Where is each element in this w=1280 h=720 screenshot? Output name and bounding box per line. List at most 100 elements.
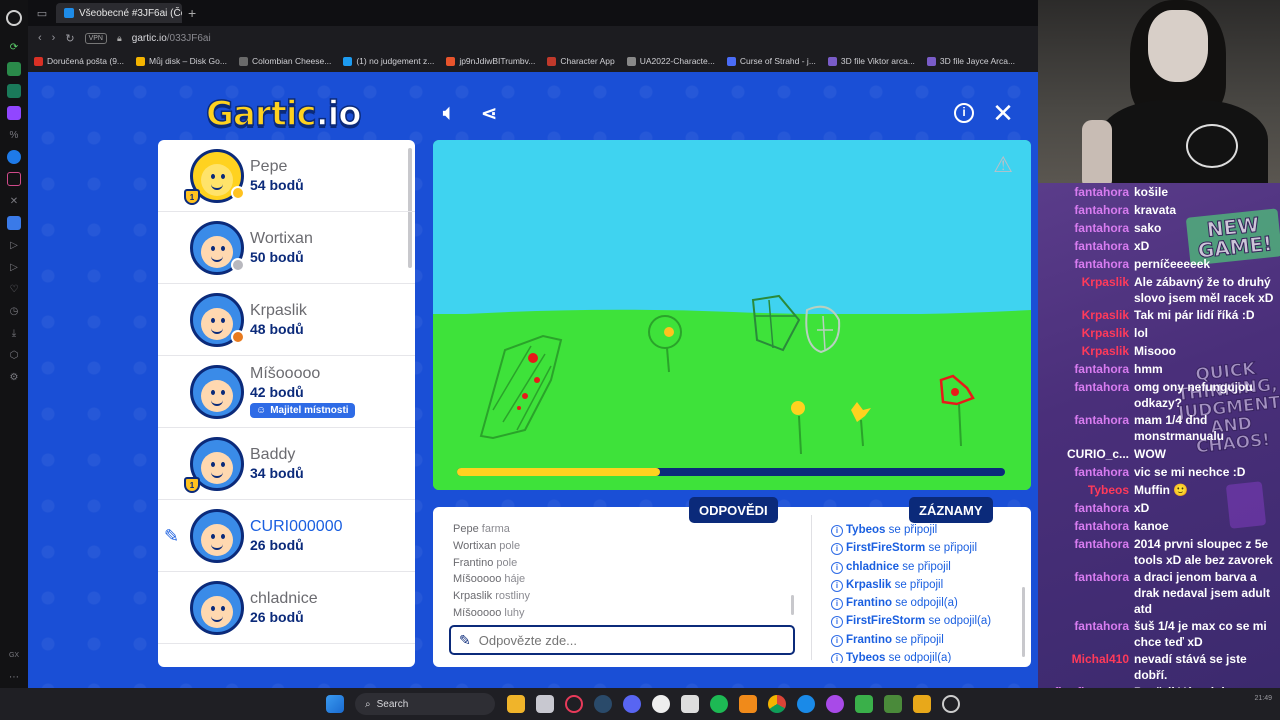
answers-panel: ODPOVĚDI ZÁZNAMY Pepe farma Wortixan pole…	[433, 497, 1031, 667]
bookmark-item[interactable]: jp9nJdiwBITrumbv...	[446, 56, 535, 66]
save-icon[interactable]	[535, 695, 554, 713]
bookmark-item[interactable]: UA2022-Characte...	[626, 56, 715, 66]
records-title[interactable]: ZÁZNAMY	[909, 497, 993, 523]
new-tab-button[interactable]: +	[188, 5, 196, 21]
a-app-icon[interactable]	[680, 695, 699, 713]
tab-gartic[interactable]: Všeobecné #3JF6ai (Češt	[56, 3, 182, 23]
plex-icon[interactable]	[912, 695, 931, 713]
bookmark-item[interactable]: Můj disk – Disk Go...	[136, 56, 227, 66]
x-icon[interactable]: ✕	[7, 194, 21, 208]
close-icon[interactable]: ✕	[990, 98, 1016, 128]
steam-icon[interactable]	[593, 695, 612, 713]
player-avatar	[190, 580, 244, 635]
edge-icon[interactable]	[796, 695, 815, 713]
start-icon[interactable]	[325, 695, 344, 713]
player-row: chladnice 26 bodů	[158, 572, 415, 644]
lock-icon[interactable]: 🔒︎	[117, 33, 122, 44]
paint-icon[interactable]	[854, 695, 873, 713]
panel-divider	[811, 515, 812, 660]
reload-icon[interactable]: ↻	[65, 32, 74, 45]
messenger-taskbar-icon[interactable]	[825, 695, 844, 713]
tab-menu-icon[interactable]: ▭	[34, 7, 50, 20]
bookmark-item[interactable]: Character App	[547, 56, 615, 66]
bookmark-label: UA2022-Characte...	[639, 56, 715, 66]
avatar-face	[201, 307, 233, 340]
record-entry: i FirstFireStorm se připojil	[831, 539, 1021, 557]
taskbar-search[interactable]: ⌕ Search	[355, 693, 495, 715]
history-icon[interactable]: ◷	[7, 304, 21, 318]
bookmark-item[interactable]: 3D file Viktor arca...	[827, 56, 915, 66]
search-icon: ⌕	[365, 698, 371, 710]
files-icon[interactable]	[506, 695, 525, 713]
round-timer	[457, 468, 1005, 476]
messenger-app-icon[interactable]	[7, 84, 21, 98]
owner-badge-label: Majitel místnosti	[270, 405, 349, 416]
drawing-pencil-icon: ✎	[164, 526, 180, 546]
play-icon[interactable]: ▷	[7, 260, 21, 274]
answer-input-box[interactable]: ✎	[449, 625, 795, 655]
records-scrollbar[interactable]	[1022, 587, 1025, 657]
avatar-face	[201, 379, 233, 412]
bookmark-item[interactable]: Curse of Strahd - j...	[726, 56, 816, 66]
info-icon[interactable]: i	[951, 100, 977, 126]
heart-icon[interactable]: ♡	[7, 282, 21, 296]
player-avatar	[190, 508, 244, 563]
system-clock[interactable]: 21:49	[1254, 694, 1272, 704]
extensions-icon[interactable]: ⬡	[7, 348, 21, 362]
opera-logo-icon[interactable]	[6, 10, 22, 26]
more-icon[interactable]: ⋯	[7, 670, 21, 684]
messenger-icon[interactable]	[7, 150, 21, 164]
obs-icon[interactable]	[651, 695, 670, 713]
record-entry: i Tybeos se odpojil(a)	[831, 649, 1021, 663]
bookmark-favicon-icon	[238, 56, 248, 66]
chat-text: kanoe	[1134, 519, 1169, 533]
back-icon[interactable]: ‹	[38, 32, 42, 44]
answer-input[interactable]	[478, 632, 759, 648]
chat-text: xD	[1134, 501, 1150, 515]
gartic-logo[interactable]: Gartic.io	[205, 93, 362, 135]
settings-taskbar-icon[interactable]	[941, 695, 960, 713]
drawing-canvas[interactable]: ⚠︎	[433, 140, 1031, 490]
instagram-icon[interactable]	[7, 172, 21, 186]
vpn-badge[interactable]: VPN	[84, 32, 107, 44]
bookmark-label: Můj disk – Disk Go...	[149, 56, 227, 66]
record-player: chladnice	[846, 560, 900, 573]
refresh-icon[interactable]: ⟳	[7, 40, 21, 54]
player-info: Krpaslik 48 bodů	[250, 302, 307, 337]
vlc-icon[interactable]	[738, 695, 757, 713]
chrome-icon[interactable]	[767, 695, 786, 713]
bookmark-item[interactable]: 3D file Jayce Arca...	[926, 56, 1015, 66]
drawing	[433, 140, 1031, 490]
gx-corner-icon[interactable]: GX	[7, 648, 21, 662]
bookmark-item[interactable]: (1) no judgement z...	[343, 56, 434, 66]
report-warning-icon[interactable]: ⚠︎	[993, 152, 1013, 178]
download-icon[interactable]: ⤓	[7, 326, 21, 340]
sound-icon[interactable]: 🔈︎	[436, 100, 462, 126]
chat-username: CURIO_c...	[1066, 447, 1129, 461]
player-info: CURI000000 26 bodů	[250, 518, 343, 553]
vk-icon[interactable]	[7, 216, 21, 230]
minecraft-icon[interactable]	[883, 695, 902, 713]
twitch-icon[interactable]	[7, 106, 21, 120]
answers-scrollbar[interactable]	[791, 595, 794, 615]
record-action: se připojil	[902, 560, 951, 573]
player-icon[interactable]: ▷	[7, 238, 21, 252]
player-row: Wortixan 50 bodů	[158, 212, 415, 284]
player-name: Míšooooo	[250, 365, 321, 382]
answers-title[interactable]: ODPOVĚDI	[689, 497, 778, 523]
forward-icon[interactable]: ›	[52, 32, 56, 44]
bookmark-item[interactable]: Doručená pošta (9...	[34, 56, 124, 66]
bookmark-item[interactable]: Colombian Cheese...	[238, 56, 331, 66]
opera-gx-icon[interactable]	[564, 695, 583, 713]
bookmark-favicon-icon	[926, 56, 936, 66]
settings-icon[interactable]: ⚙	[7, 370, 21, 384]
chat-username: fantahora	[1074, 221, 1129, 235]
discord-icon[interactable]	[622, 695, 641, 713]
url-field[interactable]: gartic.io/033JF6ai	[132, 33, 211, 44]
player-row: 1 Pepe 54 bodů	[158, 140, 415, 212]
share-icon[interactable]: ⋖	[476, 100, 502, 126]
spotify-icon[interactable]	[709, 695, 728, 713]
percent-icon[interactable]: %	[7, 128, 21, 142]
avatar-eye	[221, 389, 225, 395]
green-app-icon[interactable]	[7, 62, 21, 76]
